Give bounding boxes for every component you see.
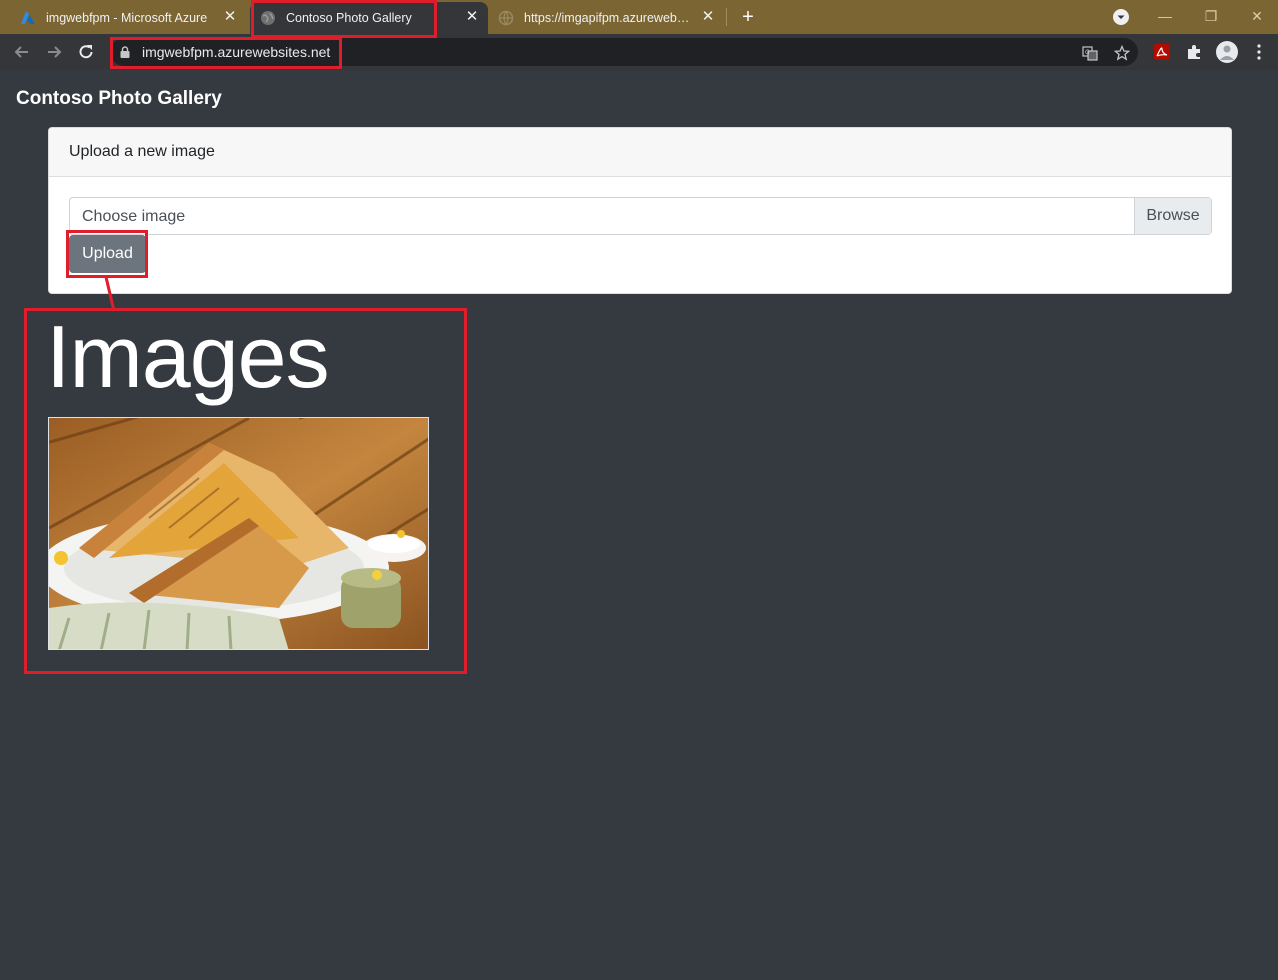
highlight-connector bbox=[104, 276, 116, 312]
reload-icon[interactable] bbox=[76, 42, 96, 62]
lock-icon bbox=[120, 46, 130, 58]
tab-contoso-photo-gallery[interactable]: Contoso Photo Gallery ✕ bbox=[250, 2, 488, 34]
tab-title: imgwebfpm - Microsoft Azure bbox=[46, 11, 208, 25]
globe-icon bbox=[498, 10, 514, 26]
forward-icon[interactable] bbox=[44, 42, 64, 62]
tab-title: Contoso Photo Gallery bbox=[286, 11, 412, 25]
tab-azure-portal[interactable]: imgwebfpm - Microsoft Azure ✕ bbox=[8, 2, 246, 34]
svg-text:G: G bbox=[1085, 49, 1090, 56]
address-bar[interactable]: imgwebfpm.azurewebsites.net G bbox=[110, 38, 1138, 66]
upload-card: Upload a new image Choose image Browse U… bbox=[48, 127, 1232, 294]
site-title[interactable]: Contoso Photo Gallery bbox=[16, 88, 222, 110]
file-chooser-input[interactable]: Choose image Browse bbox=[69, 197, 1212, 235]
close-window-icon[interactable]: ✕ bbox=[1243, 4, 1271, 28]
browse-button[interactable]: Browse bbox=[1134, 198, 1211, 234]
close-tab-icon[interactable]: ✕ bbox=[700, 9, 716, 25]
upload-button[interactable]: Upload bbox=[69, 235, 146, 273]
new-tab-button[interactable]: + bbox=[736, 5, 760, 29]
minimize-icon[interactable]: — bbox=[1151, 4, 1179, 28]
url-text: imgwebfpm.azurewebsites.net bbox=[142, 44, 331, 60]
upload-card-header: Upload a new image bbox=[49, 128, 1231, 177]
extensions-puzzle-icon[interactable] bbox=[1185, 43, 1203, 61]
restore-icon[interactable]: ❐ bbox=[1197, 4, 1225, 28]
translate-icon[interactable]: G bbox=[1082, 45, 1098, 61]
close-tab-icon[interactable]: ✕ bbox=[222, 9, 238, 25]
tab-title: https://imgapifpm.azurewebsites.net bbox=[524, 11, 694, 25]
azure-icon bbox=[21, 11, 35, 24]
bookmark-star-icon[interactable] bbox=[1114, 45, 1130, 61]
close-tab-icon[interactable]: ✕ bbox=[464, 9, 480, 25]
gallery-image[interactable] bbox=[48, 417, 429, 650]
upload-card-title: Upload a new image bbox=[69, 143, 215, 160]
file-placeholder: Choose image bbox=[82, 208, 186, 225]
browser-tabstrip: imgwebfpm - Microsoft Azure ✕ Contoso Ph… bbox=[0, 0, 1278, 34]
tab-search-icon[interactable] bbox=[1113, 9, 1129, 25]
globe-icon bbox=[261, 11, 275, 25]
menu-kebab-icon[interactable] bbox=[1250, 43, 1268, 61]
profile-avatar-icon[interactable] bbox=[1216, 41, 1238, 63]
tab-separator bbox=[726, 8, 727, 26]
pdf-extension-icon[interactable] bbox=[1153, 43, 1171, 61]
images-heading: Images bbox=[46, 307, 330, 406]
browser-toolbar: imgwebfpm.azurewebsites.net G bbox=[0, 34, 1278, 70]
photo-thumbnail bbox=[49, 418, 428, 649]
tab-imgapi[interactable]: https://imgapifpm.azurewebsites.net ✕ bbox=[490, 2, 724, 34]
back-icon[interactable] bbox=[12, 42, 32, 62]
